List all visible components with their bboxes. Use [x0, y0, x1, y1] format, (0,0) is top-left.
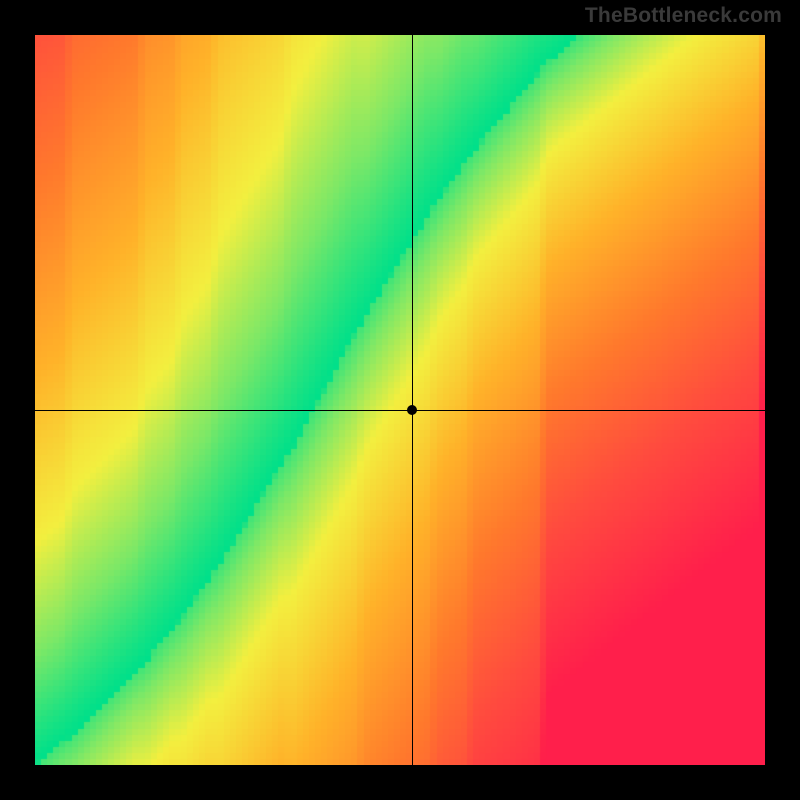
crosshair-horizontal [35, 410, 765, 411]
chart-frame: TheBottleneck.com [0, 0, 800, 800]
heatmap-canvas [35, 35, 765, 765]
crosshair-vertical [412, 35, 413, 765]
crosshair-marker [407, 405, 417, 415]
watermark-text: TheBottleneck.com [585, 4, 782, 28]
